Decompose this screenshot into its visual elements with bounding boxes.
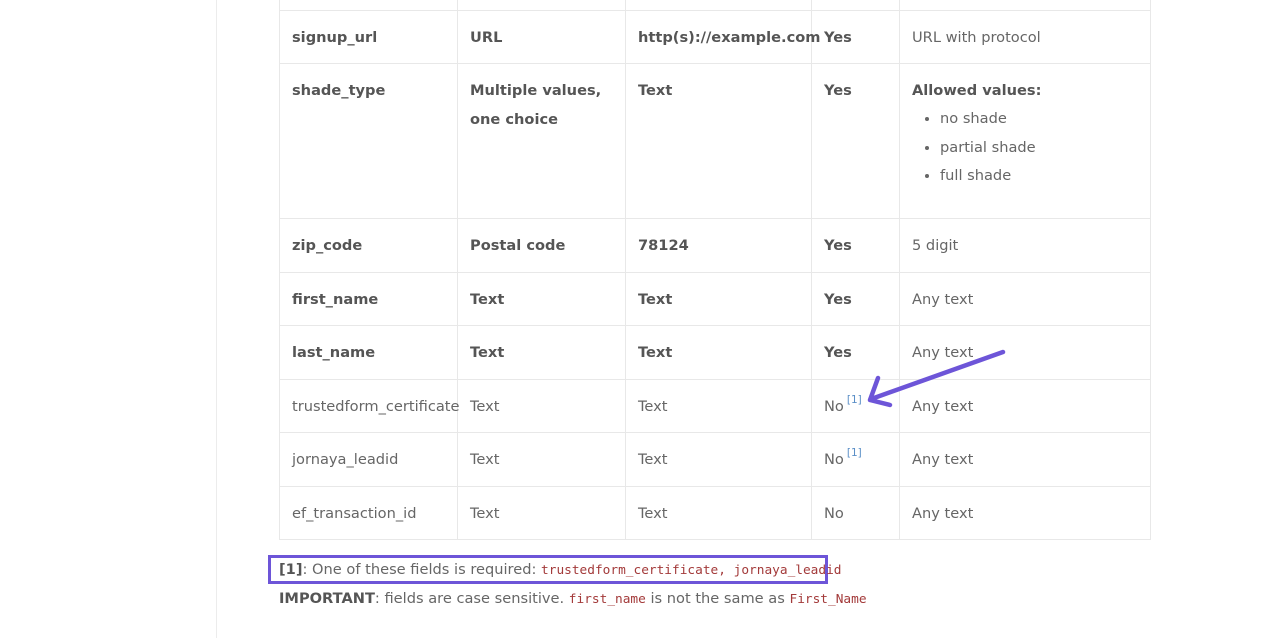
field-type-cell: Multiple values, one choice — [457, 63, 626, 219]
allowed-values-title: Allowed values: — [912, 82, 1042, 99]
field-required-cell: No [1] — [811, 432, 900, 487]
field-name-cell: first_name — [279, 272, 458, 326]
field-name-cell: ef_transaction_id — [279, 486, 458, 540]
field-name-cell: shade_type — [279, 63, 458, 219]
table-row: shade_type Multiple values, one choice T… — [279, 63, 1151, 219]
important-note: IMPORTANT: fields are case sensitive. fi… — [279, 590, 867, 607]
field-example-cell: Text — [625, 379, 812, 433]
field-type-cell: Text — [457, 432, 626, 487]
footnote-text: : One of these fields is required: — [302, 561, 542, 578]
field-notes-cell: Allowed values: no shade partial shade f… — [899, 63, 1151, 219]
field-example-cell: Text — [625, 63, 812, 219]
field-example-cell: Text — [625, 325, 812, 380]
annotation-arrow-icon — [867, 349, 1006, 408]
required-value: No — [824, 451, 844, 468]
field-type-cell: Text — [457, 272, 626, 326]
table-row: jornaya_leadid Text Text No [1] Any text — [279, 432, 1151, 487]
table-row: ef_transaction_id Text Text No Any text — [279, 486, 1151, 540]
field-example-cell: http(s)://example.com — [625, 10, 820, 64]
field-required-cell: No — [811, 486, 900, 540]
list-item: no shade — [940, 105, 1138, 134]
field-type-cell: Text — [457, 379, 626, 433]
table-row: signup_url URL http(s)://example.com Yes… — [279, 10, 1151, 64]
field-type-cell: URL — [457, 10, 626, 64]
field-example-cell: Text — [625, 432, 812, 487]
field-notes-cell: 5 digit — [899, 218, 1151, 273]
table-row — [279, 0, 1151, 11]
list-item: partial shade — [940, 134, 1138, 163]
field-required-cell: Yes — [811, 272, 900, 326]
field-required-cell: Yes — [811, 63, 900, 219]
important-code-first: first_name — [568, 592, 646, 607]
table-row: trustedform_certificate Text Text No [1] … — [279, 379, 1151, 433]
footnote-marker: [1] — [279, 561, 303, 578]
fields-table-container: signup_url URL http(s)://example.com Yes… — [279, 0, 1151, 540]
field-type-cell: Postal code — [457, 218, 626, 273]
field-type-cell: Text — [457, 486, 626, 540]
important-label: IMPORTANT — [279, 590, 375, 607]
field-example-cell: 78124 — [625, 218, 812, 273]
required-value: No — [824, 398, 844, 415]
field-name-cell: zip_code — [279, 218, 458, 273]
important-text: : fields are case sensitive. — [374, 590, 569, 607]
allowed-values-list: no shade partial shade full shade — [912, 105, 1138, 191]
field-example-cell: Text — [625, 272, 812, 326]
field-name-cell: jornaya_leadid — [279, 432, 458, 487]
field-name-cell: trustedform_certificate — [279, 379, 460, 433]
table-row: first_name Text Text Yes Any text — [279, 272, 1151, 326]
table-row: last_name Text Text Yes Any text — [279, 325, 1151, 380]
footnote-link[interactable]: [1] — [847, 447, 862, 459]
field-type-cell: Text — [457, 325, 626, 380]
field-name-cell: last_name — [279, 325, 458, 380]
field-notes-cell: Any text — [899, 432, 1151, 487]
important-mid-text: is not the same as — [645, 590, 790, 607]
list-item: full shade — [940, 162, 1138, 191]
footnote-1: [1]: One of these fields is required: tr… — [279, 561, 842, 578]
field-name-cell: signup_url — [279, 10, 458, 64]
fields-table: signup_url URL http(s)://example.com Yes… — [279, 0, 1151, 540]
field-notes-cell: Any text — [899, 486, 1151, 540]
table-row: zip_code Postal code 78124 Yes 5 digit — [279, 218, 1151, 273]
field-example-cell: Text — [625, 486, 812, 540]
field-notes-cell: Any text — [899, 272, 1151, 326]
field-notes-cell: URL with protocol — [899, 10, 1151, 64]
footnote-code: trustedform_certificate, jornaya_leadid — [541, 563, 842, 578]
field-required-cell: Yes — [811, 218, 900, 273]
important-code-second: First_Name — [789, 592, 867, 607]
sidebar-divider — [216, 0, 217, 638]
field-required-cell: Yes — [811, 10, 900, 64]
